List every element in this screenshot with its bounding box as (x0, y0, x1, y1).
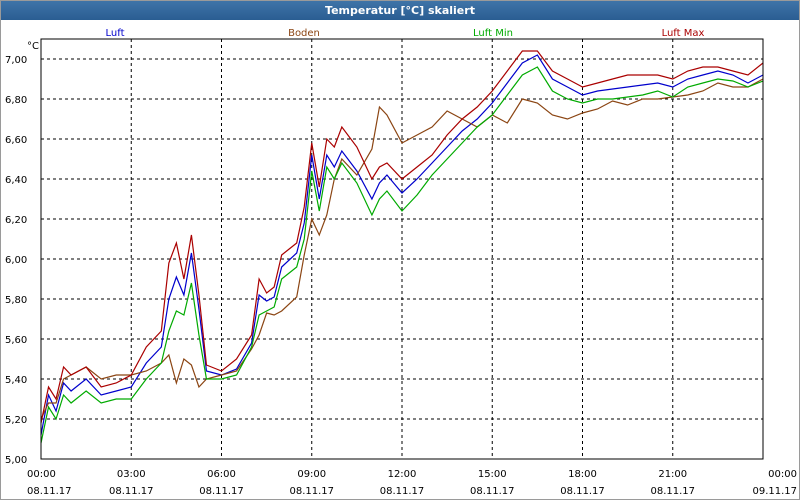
legend-entry-luft-max: Luft Max (662, 28, 705, 39)
y-tick-label: 6,40 (5, 175, 27, 186)
legend-entry-luft-min: Luft Min (473, 28, 513, 39)
y-tick-label: 5,20 (5, 415, 27, 426)
axes: 5,00 5,20 5,40 5,60 5,80 6,00 6,20 6,40 6,60 6,80… (5, 38, 797, 497)
x-tick-time-label: 00:00 (27, 469, 56, 480)
x-tick-date-label: 08.11.17 (27, 486, 72, 497)
x-tick-time-label: 15:00 (478, 469, 507, 480)
legend-entry-luft: Luft (106, 28, 125, 39)
legend: Luft Boden Luft Min Luft Max (106, 28, 705, 39)
x-tick-time-label: 18:00 (568, 469, 597, 480)
y-tick-label: 5,00 (5, 455, 27, 466)
y-tick-label: 6,60 (5, 135, 27, 146)
x-tick-time-label: 12:00 (388, 469, 417, 480)
x-tick-time-label: 21:00 (658, 469, 687, 480)
y-tick-label: 7,00 (5, 55, 27, 66)
grid-lines (40, 39, 764, 460)
chart-title: Temperatur [°C] skaliert (1, 1, 799, 20)
y-tick-label: 5,80 (5, 295, 27, 306)
x-tick-time-label: 09:00 (297, 469, 326, 480)
y-tick-label: 6,00 (5, 255, 27, 266)
y-tick-label: 5,60 (5, 335, 27, 346)
x-tick-time-label: 03:00 (117, 469, 146, 480)
x-tick-date-label: 08.11.17 (380, 486, 425, 497)
temperature-chart: 5,00 5,20 5,40 5,60 5,80 6,00 6,20 6,40 6,60 6,80… (5, 28, 797, 497)
chart-window: Temperatur [°C] skaliert 5,00 5,20 5,40 5,6… (0, 0, 800, 500)
x-tick-time-label: 06:00 (207, 469, 236, 480)
x-tick-date-label: 09.11.17 (752, 486, 797, 497)
series-lines (40, 50, 764, 444)
y-tick-label: 5,40 (5, 375, 27, 386)
x-tick-date-label: 08.11.17 (109, 486, 154, 497)
legend-entry-boden: Boden (288, 28, 320, 39)
x-tick-date-label: 08.11.17 (650, 486, 695, 497)
x-tick-time-label: 00:00 (768, 469, 797, 480)
y-axis-unit-label: °C (27, 41, 39, 52)
x-tick-date-label: 08.11.17 (199, 486, 244, 497)
x-tick-date-label: 08.11.17 (470, 486, 515, 497)
x-tick-date-label: 08.11.17 (289, 486, 334, 497)
y-tick-label: 6,20 (5, 215, 27, 226)
x-tick-date-label: 08.11.17 (560, 486, 605, 497)
y-tick-label: 6,80 (5, 95, 27, 106)
